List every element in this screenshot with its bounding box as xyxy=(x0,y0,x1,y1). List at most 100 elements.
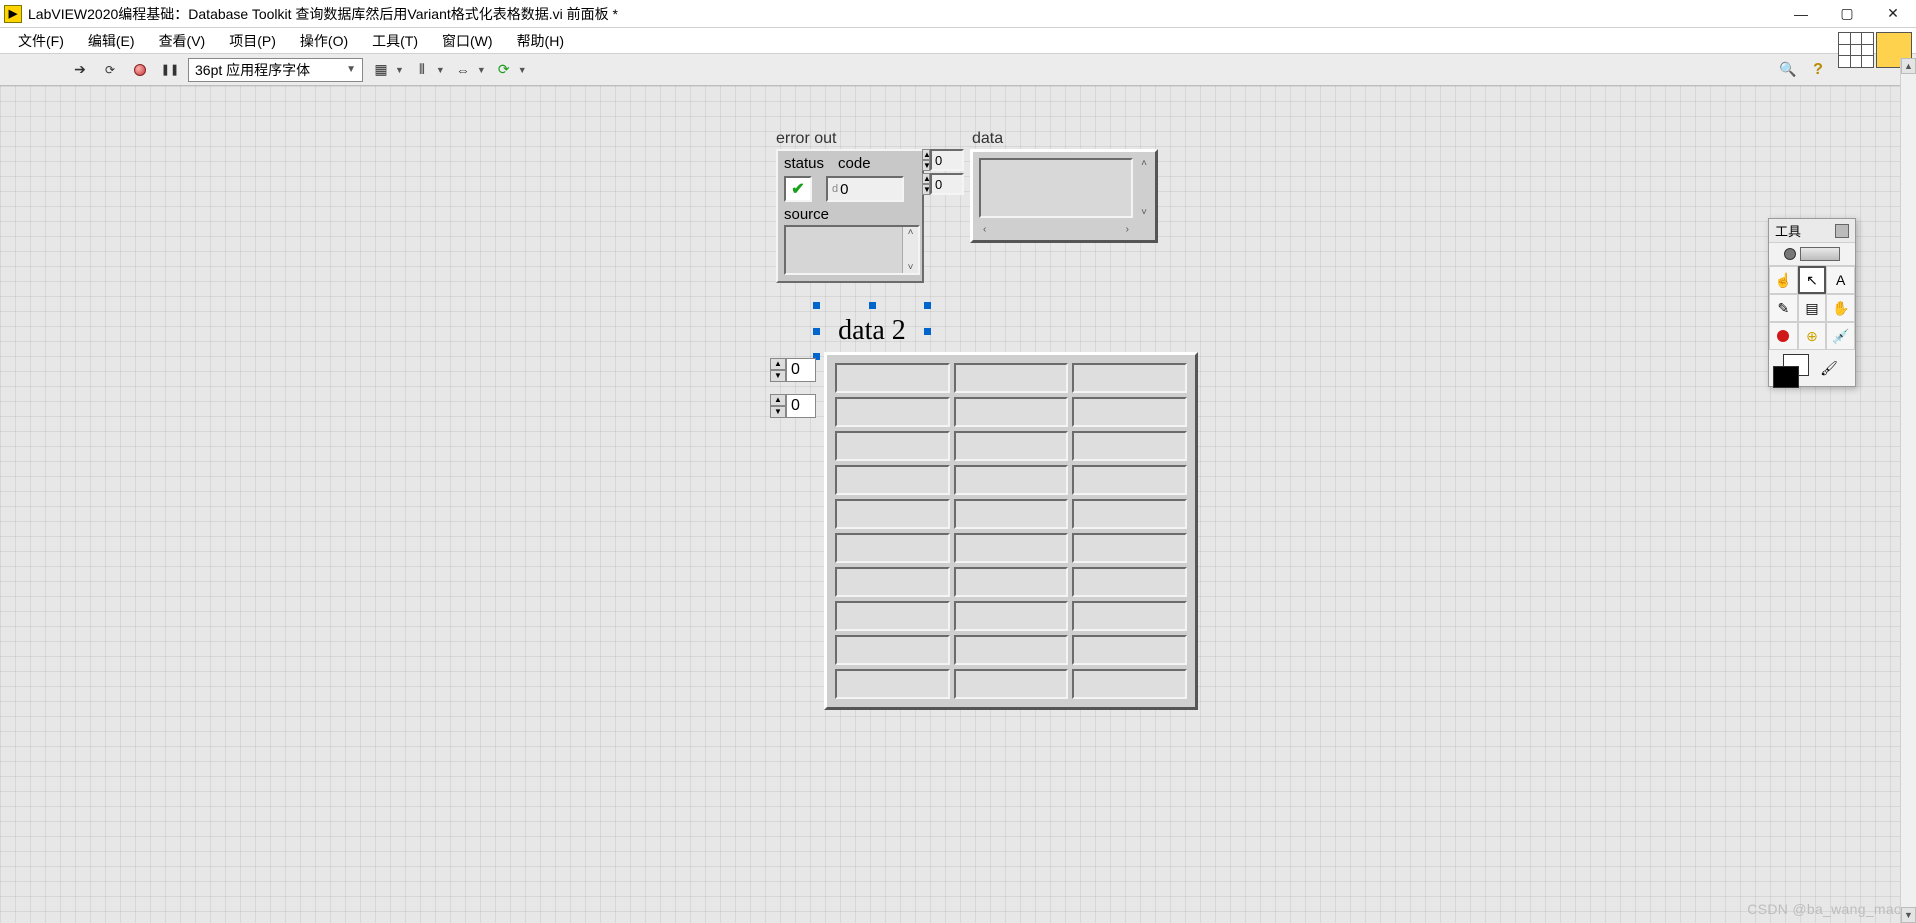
wiring-tool[interactable]: ✎ xyxy=(1769,294,1798,322)
search-button[interactable] xyxy=(1776,58,1800,82)
menu-window[interactable]: 窗口(W) xyxy=(430,29,505,53)
reorder-menu[interactable]: ⟳▼ xyxy=(492,58,527,82)
table-cell[interactable] xyxy=(1072,397,1187,427)
table-cell[interactable] xyxy=(835,635,950,665)
table-cell[interactable] xyxy=(954,567,1069,597)
table-cell[interactable] xyxy=(954,363,1069,393)
table-row xyxy=(835,567,1187,597)
table-cell[interactable] xyxy=(1072,635,1187,665)
source-text[interactable]: ˄˅ xyxy=(784,225,920,275)
spin-down-icon[interactable]: ▼ xyxy=(770,406,786,418)
table-cell[interactable] xyxy=(954,499,1069,529)
color-copy-tool[interactable]: 💉 xyxy=(1826,322,1855,350)
spin-up-icon[interactable]: ▲ xyxy=(770,394,786,406)
data-listbox[interactable]: ˄˅ ‹› xyxy=(970,149,1158,243)
table-cell[interactable] xyxy=(1072,431,1187,461)
context-help-button[interactable] xyxy=(1806,58,1830,82)
table-cell[interactable] xyxy=(954,669,1069,699)
spin-up-icon[interactable]: ▲ xyxy=(922,173,930,184)
menu-project[interactable]: 项目(P) xyxy=(217,29,288,53)
table-cell[interactable] xyxy=(1072,601,1187,631)
data2-caption[interactable]: data 2 xyxy=(822,311,922,351)
color-tool-row[interactable]: 🖌 xyxy=(1769,350,1855,386)
run-continuous-button[interactable] xyxy=(98,58,122,82)
window-v-scrollbar[interactable]: ▲ ▼ xyxy=(1900,58,1916,923)
table-cell[interactable] xyxy=(954,397,1069,427)
scroll-tool[interactable]: ✋ xyxy=(1826,294,1855,322)
table-cell[interactable] xyxy=(835,431,950,461)
data-row-index[interactable]: 0 xyxy=(930,149,964,171)
spin-up-icon[interactable]: ▲ xyxy=(922,149,930,160)
menu-help[interactable]: 帮助(H) xyxy=(505,29,576,53)
menu-file[interactable]: 文件(F) xyxy=(6,29,76,53)
table-cell[interactable] xyxy=(835,567,950,597)
palette-pin-button[interactable] xyxy=(1835,224,1849,238)
probe-tool[interactable]: ⊕ xyxy=(1798,322,1827,350)
menu-bar: 文件(F) 编辑(E) 查看(V) 项目(P) 操作(O) 工具(T) 窗口(W… xyxy=(0,28,1916,54)
table-row xyxy=(835,533,1187,563)
data-col-index[interactable]: 0 xyxy=(930,173,964,195)
pause-button[interactable] xyxy=(158,58,182,82)
menu-edit[interactable]: 编辑(E) xyxy=(76,29,147,53)
maximize-button[interactable]: ▢ xyxy=(1824,0,1870,28)
operate-tool[interactable]: ☝ xyxy=(1769,266,1798,294)
spin-up-icon[interactable]: ▲ xyxy=(770,358,786,370)
label-tool[interactable]: A xyxy=(1826,266,1855,294)
data2-table[interactable] xyxy=(824,352,1198,710)
spin-down-icon[interactable]: ▼ xyxy=(922,160,930,171)
menu-tools[interactable]: 工具(T) xyxy=(360,29,430,53)
front-panel-canvas[interactable]: error out status code ✔ d 0 source ˄˅ da… xyxy=(0,86,1916,923)
font-selector[interactable]: 36pt 应用程序字体 ▼ xyxy=(188,58,363,82)
table-cell[interactable] xyxy=(835,533,950,563)
run-button[interactable] xyxy=(68,58,92,82)
menu-operate[interactable]: 操作(O) xyxy=(288,29,360,53)
table-cell[interactable] xyxy=(835,363,950,393)
table-cell[interactable] xyxy=(954,601,1069,631)
table-cell[interactable] xyxy=(954,431,1069,461)
table-cell[interactable] xyxy=(1072,499,1187,529)
error-out-cluster[interactable]: status code ✔ d 0 source ˄˅ xyxy=(776,149,924,283)
table-cell[interactable] xyxy=(835,669,950,699)
data2-row-index[interactable]: 0 xyxy=(786,358,816,382)
table-cell[interactable] xyxy=(1072,567,1187,597)
minimize-button[interactable]: — xyxy=(1778,0,1824,28)
spin-down-icon[interactable]: ▼ xyxy=(922,184,930,195)
breakpoint-tool[interactable] xyxy=(1769,322,1798,350)
table-cell[interactable] xyxy=(835,499,950,529)
menu-view[interactable]: 查看(V) xyxy=(147,29,218,53)
table-cell[interactable] xyxy=(1072,533,1187,563)
shortcut-tool[interactable]: ▤ xyxy=(1798,294,1827,322)
position-tool[interactable]: ↖ xyxy=(1798,266,1827,294)
table-cell[interactable] xyxy=(954,533,1069,563)
table-cell[interactable] xyxy=(1072,465,1187,495)
table-row xyxy=(835,465,1187,495)
data-caption: data xyxy=(972,130,1003,148)
distribute-menu[interactable]: ⫴▼ xyxy=(410,58,445,82)
table-cell[interactable] xyxy=(1072,669,1187,699)
fg-color-swatch[interactable] xyxy=(1773,366,1799,388)
table-cell[interactable] xyxy=(954,635,1069,665)
spin-down-icon[interactable]: ▼ xyxy=(770,370,786,382)
table-cell[interactable] xyxy=(835,397,950,427)
auto-tool-row[interactable] xyxy=(1769,243,1855,266)
scroll-up-icon[interactable]: ▲ xyxy=(1901,58,1916,74)
align-menu[interactable]: ▦▼ xyxy=(369,58,404,82)
table-row xyxy=(835,499,1187,529)
table-cell[interactable] xyxy=(1072,363,1187,393)
coloring-tool[interactable]: 🖌 xyxy=(1813,354,1845,382)
close-button[interactable]: ✕ xyxy=(1870,0,1916,28)
table-cell[interactable] xyxy=(835,465,950,495)
labview-icon xyxy=(4,5,22,23)
table-cell[interactable] xyxy=(954,465,1069,495)
data-h-scrollbar[interactable]: ‹› xyxy=(979,222,1133,236)
source-scrollbar[interactable]: ˄˅ xyxy=(902,227,918,273)
data-v-scrollbar[interactable]: ˄˅ xyxy=(1137,158,1151,218)
abort-button[interactable] xyxy=(128,58,152,82)
auto-tool-bar-icon xyxy=(1800,247,1840,261)
data2-col-index[interactable]: 0 xyxy=(786,394,816,418)
resize-menu[interactable]: ⇔▼ xyxy=(451,58,486,82)
table-cell[interactable] xyxy=(835,601,950,631)
scroll-down-icon[interactable]: ▼ xyxy=(1901,907,1916,923)
tools-palette[interactable]: 工具 ☝ ↖ A ✎ ▤ ✋ ⊕ 💉 🖌 xyxy=(1768,218,1856,387)
connector-pane-icon[interactable] xyxy=(1838,32,1874,68)
